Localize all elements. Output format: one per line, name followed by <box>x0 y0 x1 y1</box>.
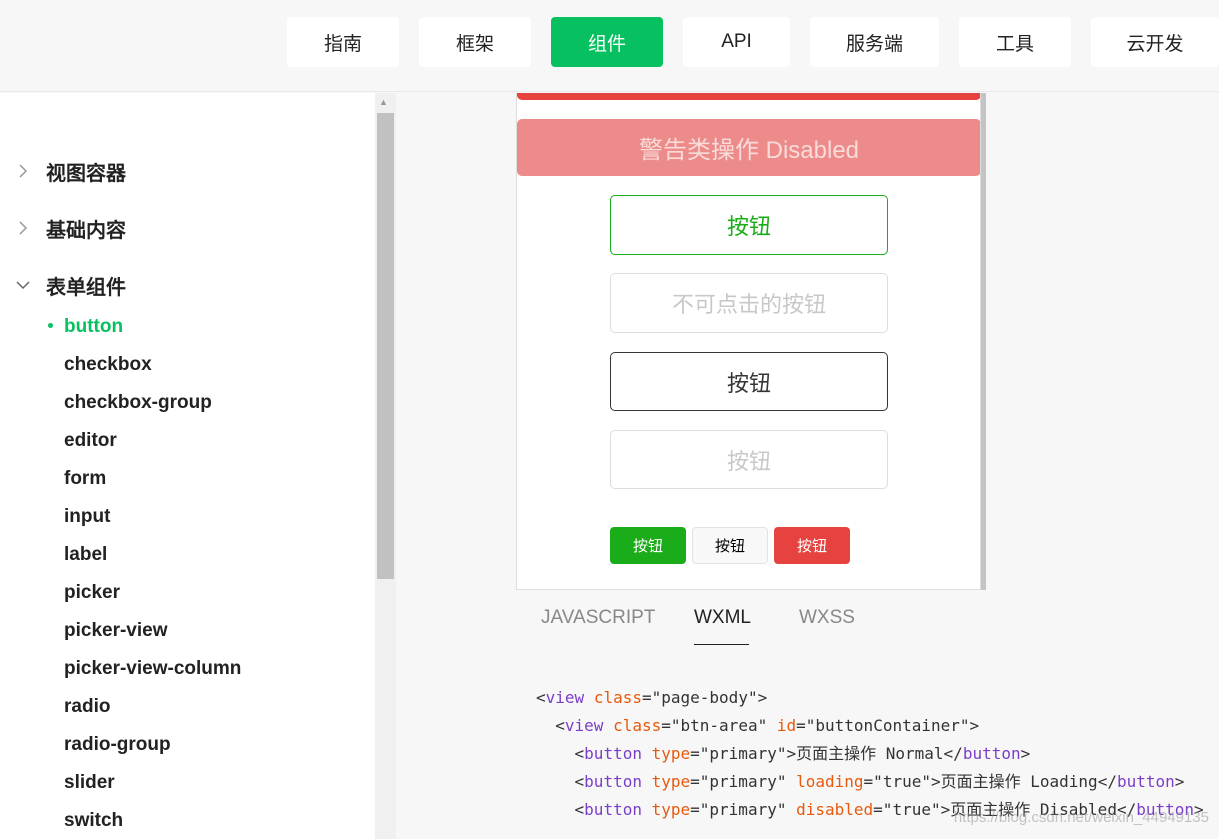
sidebar-category-basic-content[interactable]: 基础内容 <box>0 213 126 243</box>
sidebar-item-checkbox-group[interactable]: checkbox-group <box>64 389 212 417</box>
sidebar-item-button[interactable]: button <box>64 313 123 341</box>
sidebar-category-label: 表单组件 <box>46 276 126 299</box>
sidebar-category-label: 基础内容 <box>46 219 126 242</box>
code-line: <view class="btn-area" id="buttonContain… <box>536 716 980 735</box>
sidebar-item-slider[interactable]: slider <box>64 769 115 797</box>
sidebar-item-form[interactable]: form <box>64 465 106 493</box>
active-bullet-icon <box>48 323 53 328</box>
sidebar-item-picker-view-column[interactable]: picker-view-column <box>64 655 241 683</box>
code-panel: JAVASCRIPT WXML WXSS <view class="page-b… <box>516 590 1219 839</box>
sidebar-item-radio-group[interactable]: radio-group <box>64 731 171 759</box>
plain-primary-button[interactable]: 按钮 <box>610 195 888 255</box>
plain-disabled-button: 不可点击的按钮 <box>610 273 888 333</box>
nav-api[interactable]: API <box>683 17 790 67</box>
nav-server[interactable]: 服务端 <box>810 17 939 67</box>
code-line: <button type="primary">页面主操作 Normal</but… <box>536 744 1031 763</box>
sidebar-category-form-components[interactable]: 表单组件 <box>0 270 126 300</box>
tab-wxss[interactable]: WXSS <box>799 607 855 629</box>
sidebar-category-label: 视图容器 <box>46 162 126 185</box>
sidebar-item-radio[interactable]: radio <box>64 693 110 721</box>
tab-javascript[interactable]: JAVASCRIPT <box>541 607 655 629</box>
warn-disabled-button: 警告类操作 Disabled <box>517 119 980 176</box>
sidebar-item-checkbox[interactable]: checkbox <box>64 351 152 379</box>
code-line: <view class="page-body"> <box>536 688 768 707</box>
sidebar-category-view-container[interactable]: 视图容器 <box>0 156 126 186</box>
active-tab-indicator <box>694 644 749 645</box>
sidebar: 视图容器 基础内容 表单组件 button checkbox checkbox-… <box>0 93 375 839</box>
mini-primary-button[interactable]: 按钮 <box>610 527 686 564</box>
sidebar-item-input[interactable]: input <box>64 503 110 531</box>
mini-warn-button[interactable]: 按钮 <box>774 527 850 564</box>
sidebar-item-label[interactable]: label <box>64 541 107 569</box>
nav-guide[interactable]: 指南 <box>287 17 399 67</box>
preview-scrollbar[interactable] <box>981 93 986 590</box>
watermark: https://blog.csdn.net/weixin_44949135 <box>953 809 1209 826</box>
sidebar-item-switch[interactable]: switch <box>64 807 123 835</box>
nav-components[interactable]: 组件 <box>551 17 663 67</box>
code-line: <button type="primary" loading="true">页面… <box>536 772 1185 791</box>
scroll-up-arrow-icon[interactable]: ▲ <box>379 97 388 107</box>
code-block: <view class="page-body"> <view class="bt… <box>536 684 1204 824</box>
nav-tools[interactable]: 工具 <box>959 17 1071 67</box>
tab-wxml[interactable]: WXML <box>694 607 751 629</box>
top-nav: 指南 框架 组件 API 服务端 工具 云开发 <box>0 0 1219 92</box>
warn-button-partial[interactable] <box>517 93 980 100</box>
plain-default-button[interactable]: 按钮 <box>610 352 888 411</box>
plain-default-disabled-button: 按钮 <box>610 430 888 489</box>
sidebar-item-editor[interactable]: editor <box>64 427 117 455</box>
sidebar-item-picker[interactable]: picker <box>64 579 120 607</box>
phone-preview: 警告类操作 Disabled 按钮 不可点击的按钮 按钮 按钮 按钮 按钮 按钮 <box>516 93 981 590</box>
mini-default-button[interactable]: 按钮 <box>692 527 768 564</box>
nav-cloud-dev[interactable]: 云开发 <box>1091 17 1219 67</box>
nav-framework[interactable]: 框架 <box>419 17 531 67</box>
chevron-right-icon <box>0 164 46 178</box>
sidebar-scrollbar-thumb[interactable] <box>377 113 394 579</box>
chevron-right-icon <box>0 221 46 235</box>
sidebar-item-picker-view[interactable]: picker-view <box>64 617 168 645</box>
chevron-down-icon <box>0 280 46 290</box>
